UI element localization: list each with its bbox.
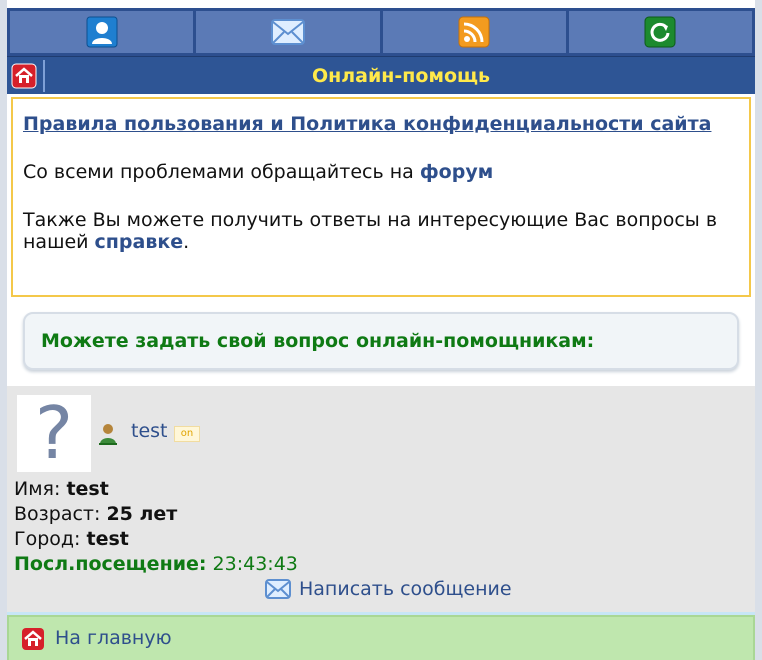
- title-separator: [43, 60, 45, 92]
- nav-refresh-button[interactable]: [568, 11, 752, 53]
- last-visit-field: Посл.посещение: 23:43:43: [14, 553, 298, 575]
- refresh-icon: [644, 16, 676, 48]
- last-visit-value: 23:43:43: [212, 553, 298, 575]
- home-link-bar[interactable]: На главную: [7, 615, 755, 660]
- mail-icon: [270, 19, 305, 45]
- right-border: [755, 0, 762, 660]
- profile-icon: [86, 16, 118, 48]
- content-area: Правила пользования и Политика конфиденц…: [7, 94, 755, 386]
- age-value: 25 лет: [106, 503, 178, 525]
- helper-profile: ? test on Имя: test Возраст: 25 лет Горо…: [7, 386, 755, 612]
- write-message-link[interactable]: Написать сообщение: [265, 578, 512, 600]
- home-link-label: На главную: [55, 627, 172, 649]
- rules-link[interactable]: Правила пользования и Политика конфиденц…: [23, 113, 711, 135]
- forum-text: Со всеми проблемами обращайтесь на: [23, 161, 414, 183]
- nav-profile-button[interactable]: [10, 11, 194, 53]
- city-field: Город: test: [14, 528, 129, 550]
- nav-mail-button[interactable]: [196, 11, 380, 53]
- help-link[interactable]: справке: [95, 231, 184, 253]
- online-status-badge: on: [174, 426, 200, 442]
- page-title: Онлайн-помощь: [311, 65, 491, 87]
- left-border: [0, 0, 7, 660]
- page: Онлайн-помощь Правила пользования и Поли…: [0, 0, 762, 660]
- forum-link[interactable]: форум: [420, 161, 493, 183]
- title-bar: Онлайн-помощь: [7, 56, 755, 95]
- home-icon: [22, 628, 44, 650]
- rss-icon: [458, 16, 490, 48]
- top-nav: [7, 8, 755, 56]
- name-field: Имя: test: [14, 478, 109, 500]
- info-box: Правила пользования и Политика конфиденц…: [11, 97, 751, 297]
- age-field: Возраст: 25 лет: [14, 503, 178, 525]
- city-value: test: [86, 528, 129, 550]
- help-end: .: [183, 231, 190, 253]
- ask-question-box[interactable]: Можете задать свой вопрос онлайн-помощни…: [23, 312, 739, 370]
- user-icon: [99, 424, 117, 445]
- name-value: test: [66, 478, 109, 500]
- write-message-label: Написать сообщение: [299, 578, 512, 600]
- avatar-placeholder: ?: [34, 391, 74, 475]
- mail-icon: [265, 579, 291, 599]
- ask-question-text: Можете задать свой вопрос онлайн-помощни…: [41, 330, 595, 352]
- username-link[interactable]: test: [131, 420, 168, 442]
- nav-rss-button[interactable]: [382, 11, 566, 53]
- home-icon[interactable]: [11, 63, 37, 89]
- avatar[interactable]: ?: [17, 391, 91, 475]
